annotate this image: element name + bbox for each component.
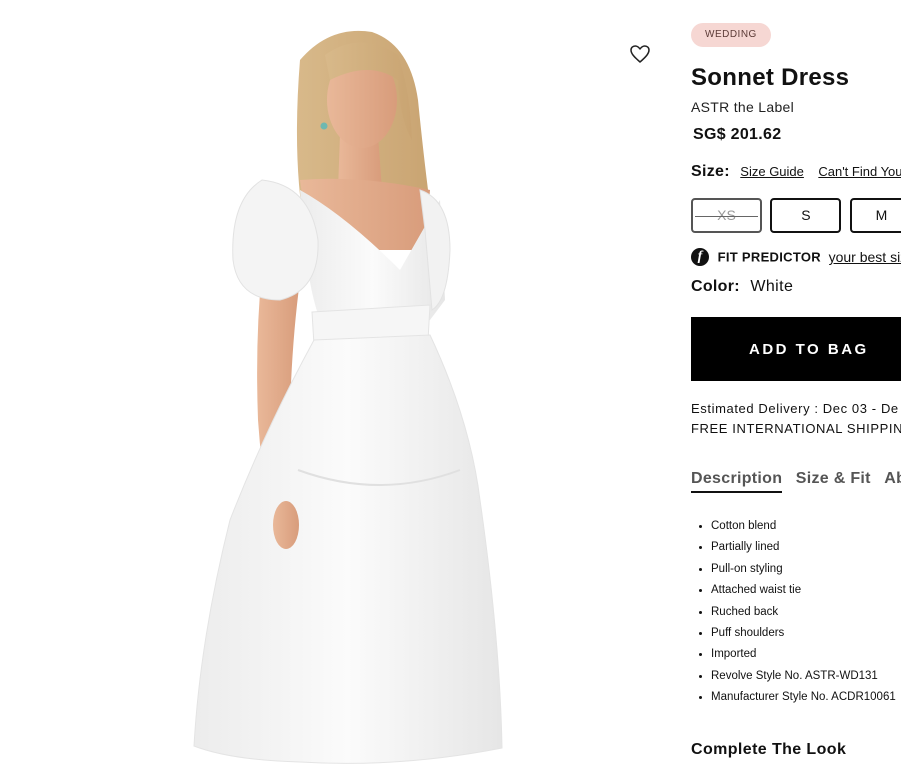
tab-description[interactable]: Description	[691, 470, 783, 493]
list-item: Pull-on styling	[711, 559, 896, 580]
list-item: Manufacturer Style No. ACDR10061	[711, 687, 896, 708]
tab-size-fit[interactable]: Size & Fit	[796, 470, 871, 491]
complete-the-look-heading: Complete The Look	[691, 741, 847, 758]
free-shipping-note: FREE INTERNATIONAL SHIPPING	[691, 421, 901, 436]
fit-predictor-link[interactable]: your best siz	[829, 249, 901, 265]
info-tabs: Description Size & Fit Ab	[691, 470, 901, 493]
tab-about[interactable]: Ab	[884, 470, 901, 491]
size-option-xs[interactable]: XS	[691, 198, 762, 233]
list-item: Puff shoulders	[711, 623, 896, 644]
fit-predictor-label: FIT PREDICTOR	[717, 249, 821, 265]
description-list: Cotton blend Partially lined Pull-on sty…	[691, 516, 896, 709]
add-to-bag-button[interactable]: ADD TO BAG	[691, 317, 901, 381]
size-label: Size:	[691, 163, 730, 180]
estimated-delivery: Estimated Delivery : Dec 03 - De	[691, 401, 899, 416]
color-label: Color:	[691, 278, 740, 295]
product-price: SG$ 201.62	[693, 126, 782, 143]
list-item: Revolve Style No. ASTR-WD131	[711, 666, 896, 687]
wishlist-heart-icon[interactable]	[628, 42, 652, 66]
product-details: WEDDING Sonnet Dress ASTR the Label SG$ …	[691, 0, 901, 768]
size-option-m[interactable]: M	[849, 198, 901, 233]
product-title: Sonnet Dress	[691, 64, 850, 91]
fit-predictor-logo-icon: f	[691, 248, 709, 266]
size-option-s[interactable]: S	[770, 198, 842, 233]
brand-name[interactable]: ASTR the Label	[691, 99, 794, 115]
model-photo	[193, 30, 503, 764]
cant-find-size-link[interactable]: Can't Find Your	[818, 164, 901, 179]
list-item: Partially lined	[711, 537, 896, 558]
size-row: Size: Size Guide Can't Find Your	[691, 163, 901, 181]
list-item: Cotton blend	[711, 516, 896, 537]
size-guide-link[interactable]: Size Guide	[740, 164, 804, 179]
color-value: White	[750, 278, 794, 295]
list-item: Imported	[711, 644, 896, 665]
size-options: XS S M	[691, 198, 901, 233]
fit-predictor: f FIT PREDICTOR your best siz	[691, 248, 901, 266]
list-item: Ruched back	[711, 602, 896, 623]
color-row: Color: White	[691, 278, 793, 296]
category-tag[interactable]: WEDDING	[691, 23, 771, 47]
product-image[interactable]	[0, 0, 665, 768]
list-item: Attached waist tie	[711, 580, 896, 601]
delivery-info: Estimated Delivery : Dec 03 - De FREE IN…	[691, 399, 901, 439]
